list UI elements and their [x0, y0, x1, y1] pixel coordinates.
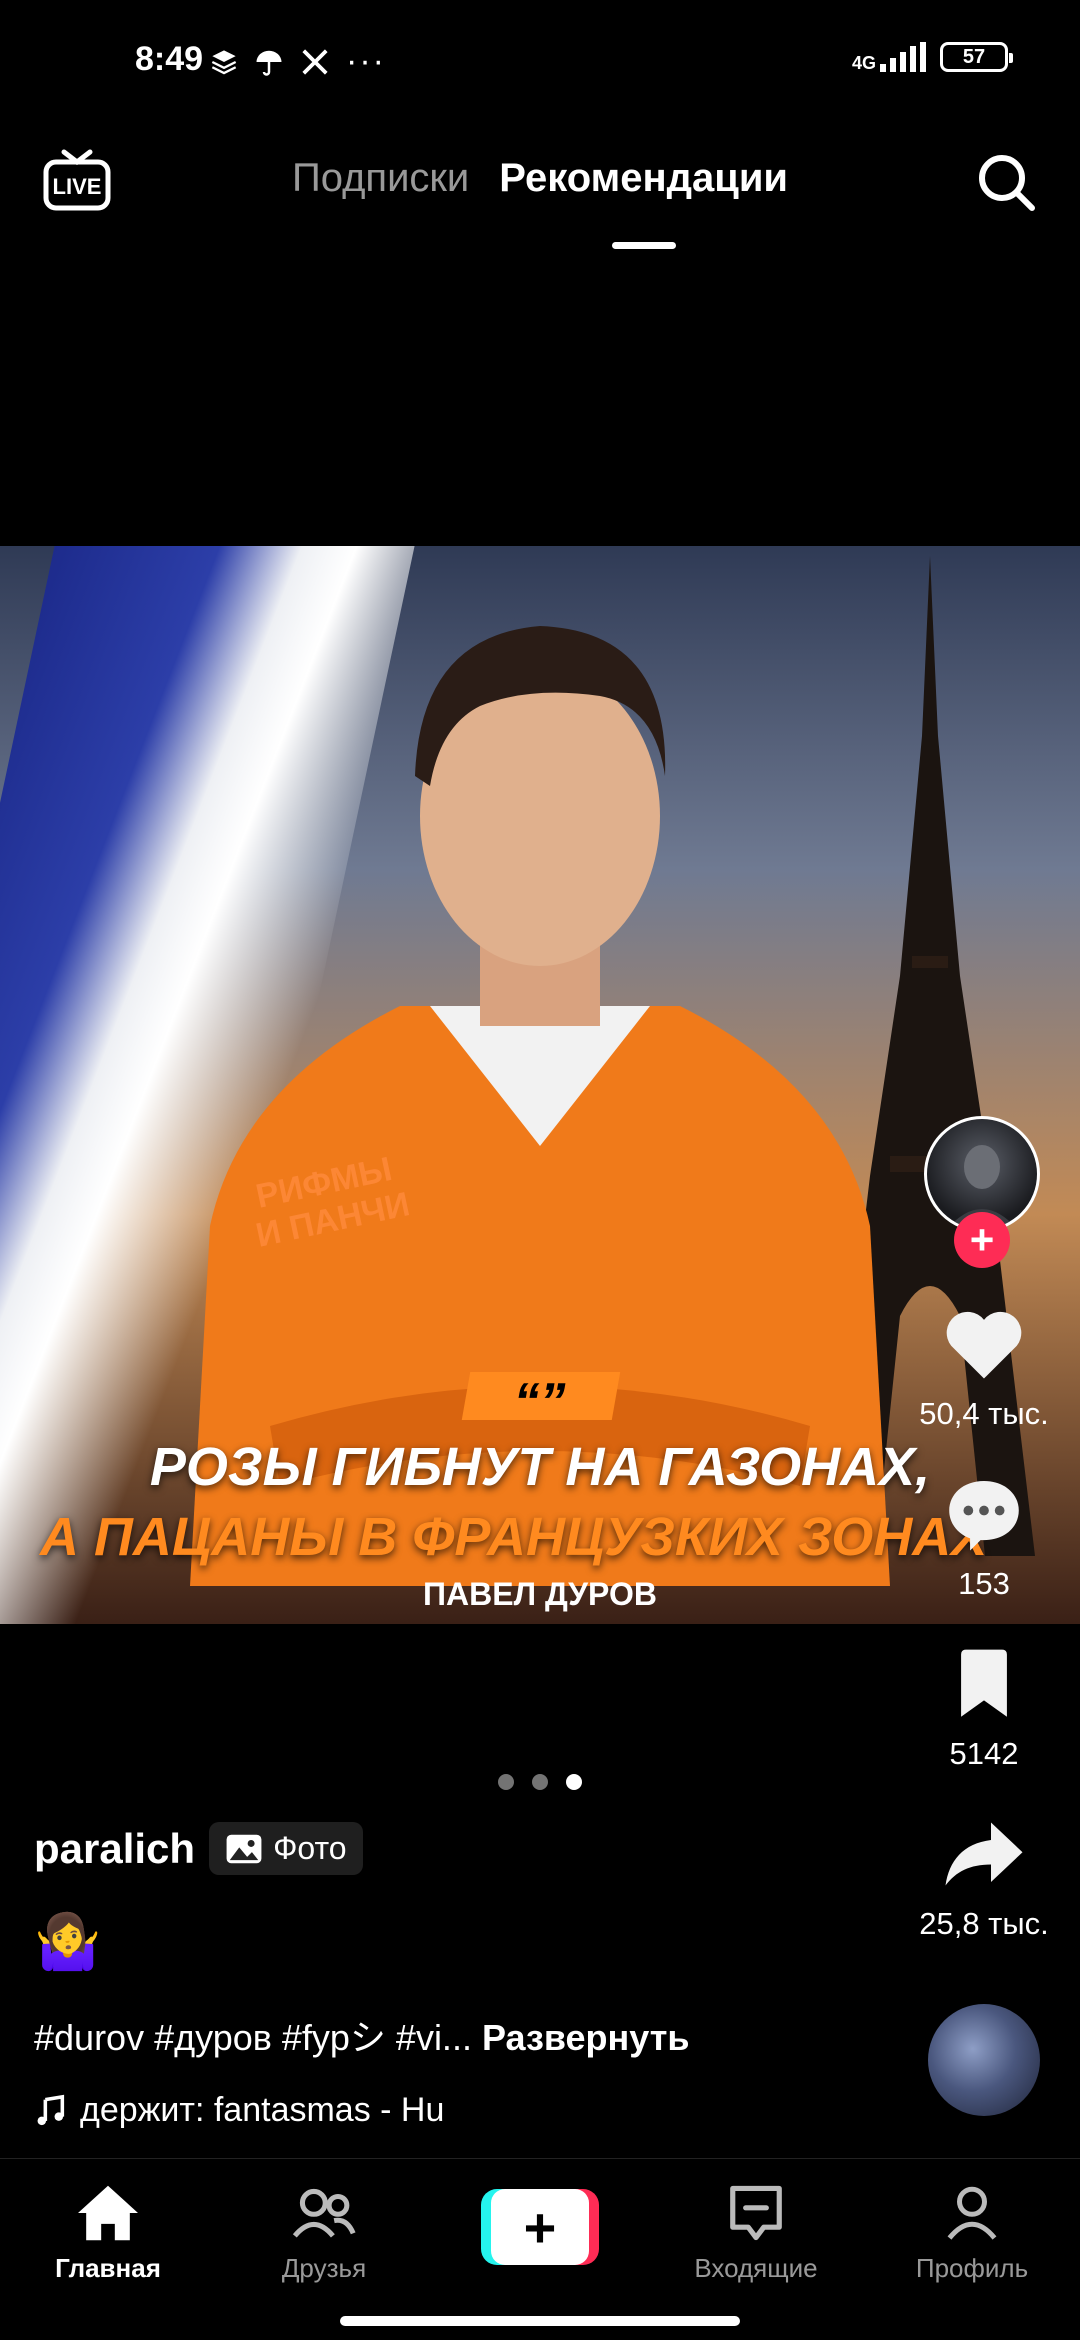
- comment-count: 153: [958, 1566, 1010, 1601]
- network-type: 4G: [851, 53, 876, 73]
- expand-caption-button[interactable]: Развернуть: [482, 2017, 690, 2058]
- nav-home[interactable]: Главная: [18, 2181, 198, 2284]
- username[interactable]: paralich: [34, 1825, 195, 1873]
- top-nav: LIVE Подписки Рекомендации: [0, 140, 1080, 250]
- profile-icon: [947, 2186, 997, 2240]
- nav-create[interactable]: +: [450, 2181, 630, 2265]
- plus-icon: +: [491, 2189, 589, 2265]
- battery-level: 57: [962, 45, 986, 68]
- comment-action: 153: [939, 1472, 1029, 1602]
- quote-mark-badge: “”: [461, 1372, 621, 1431]
- like-action: 50,4 тыс.: [919, 1302, 1049, 1432]
- post-info: paralich Фото 🤷‍♀️ #durov #дуров #fypシ #…: [34, 1822, 854, 2130]
- nav-inbox[interactable]: Входящие: [666, 2181, 846, 2284]
- save-count: 5142: [949, 1736, 1019, 1771]
- like-count: 50,4 тыс.: [919, 1396, 1049, 1431]
- nav-friends[interactable]: Друзья: [234, 2181, 414, 2284]
- signal-icon: [880, 42, 926, 72]
- notification-icons: ···: [210, 42, 386, 81]
- author-avatar-wrap: +: [924, 1116, 1044, 1268]
- image-caption-line2: А ПАЦАНЫ В ФРАНЦУЗКИХ ЗОНАХ: [40, 1507, 988, 1567]
- share-count: 25,8 тыс.: [919, 1906, 1049, 1941]
- nav-friends-label: Друзья: [281, 2253, 367, 2283]
- feed-tabs: Подписки Рекомендации: [0, 156, 1080, 201]
- share-action: 25,8 тыс.: [919, 1812, 1049, 1942]
- search-button[interactable]: [974, 150, 1038, 214]
- music-title: держит: fantasmas - Hu: [80, 2091, 445, 2129]
- home-indicator[interactable]: [340, 2316, 740, 2326]
- carousel-dot-active[interactable]: [566, 1774, 582, 1790]
- carousel-dot[interactable]: [532, 1774, 548, 1790]
- caption-emoji: 🤷‍♀️: [34, 1912, 102, 1972]
- tab-following[interactable]: Подписки: [292, 156, 469, 201]
- nav-profile[interactable]: Профиль: [882, 2181, 1062, 2284]
- stack-app-icon: [211, 49, 237, 74]
- hashtags-text[interactable]: #durov #дуров #fypシ #vi...: [34, 2017, 472, 2058]
- carousel-dot[interactable]: [498, 1774, 514, 1790]
- friends-icon: [292, 2188, 356, 2238]
- follow-button[interactable]: +: [954, 1212, 1010, 1268]
- comment-button[interactable]: [939, 1472, 1029, 1556]
- create-button[interactable]: +: [481, 2189, 599, 2265]
- tab-for-you[interactable]: Рекомендации: [499, 156, 788, 201]
- status-bar: 8:49 ··· 4G 57: [0, 0, 1080, 120]
- search-icon: [979, 155, 1035, 211]
- music-note-icon: [37, 2094, 65, 2125]
- heart-icon: [946, 1311, 1022, 1379]
- author-row: paralich Фото: [34, 1822, 854, 1875]
- action-bar: + 50,4 тыс. 153 5142 25,8 тыс.: [904, 1116, 1064, 2116]
- nav-inbox-label: Входящие: [694, 2253, 818, 2283]
- save-button[interactable]: [939, 1642, 1029, 1726]
- photo-badge-label: Фото: [273, 1830, 347, 1866]
- photo-badge: Фото: [209, 1822, 363, 1875]
- share-arrow-icon: [945, 1822, 1023, 1886]
- status-right: 4G 57: [851, 42, 1013, 73]
- bookmark-icon: [961, 1649, 1007, 1717]
- music-info[interactable]: держит: fantasmas - Hu: [34, 2091, 854, 2130]
- battery-icon: 57: [940, 42, 1013, 72]
- caption-hashtags: #durov #дуров #fypシ #vi... Развернуть: [34, 2009, 854, 2061]
- nav-profile-label: Профиль: [915, 2253, 1029, 2283]
- music-disc[interactable]: [928, 2004, 1040, 2116]
- more-notifications-icon: ···: [346, 42, 386, 80]
- bottom-nav: Главная Друзья + Входящие Профиль: [0, 2158, 1080, 2340]
- inbox-icon: [730, 2185, 782, 2241]
- x-app-icon: [302, 48, 328, 75]
- save-action: 5142: [939, 1642, 1029, 1772]
- share-button[interactable]: [939, 1812, 1029, 1896]
- like-button[interactable]: [939, 1302, 1029, 1386]
- status-time: 8:49: [135, 40, 204, 78]
- umbrella-icon: [256, 50, 282, 76]
- comment-icon: [949, 1480, 1019, 1551]
- brand-watermark: РИФМЫ И ПАНЧИ: [252, 1149, 413, 1255]
- nav-home-label: Главная: [55, 2253, 161, 2283]
- home-icon: [78, 2185, 138, 2241]
- photo-icon: [226, 1834, 262, 1863]
